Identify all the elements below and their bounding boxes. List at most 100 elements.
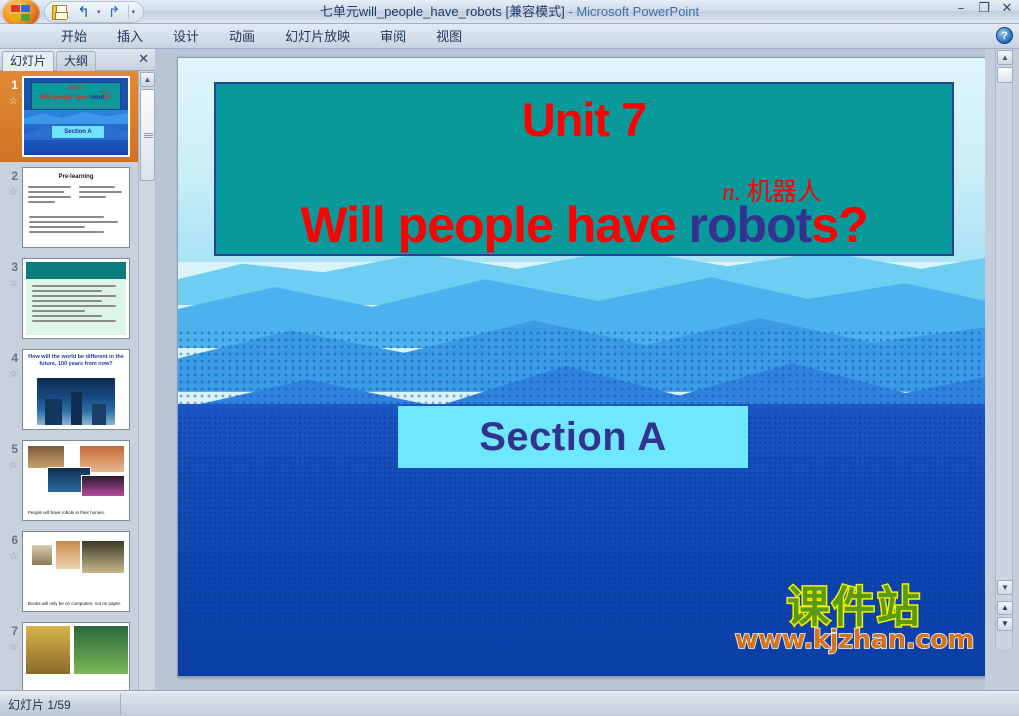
animation-star-icon: ☆ [9, 187, 18, 198]
scroll-up-icon[interactable]: ▲ [140, 72, 155, 87]
question-heading: Will people have robots? [216, 196, 952, 254]
thumbnail-number: 1 [11, 78, 18, 92]
thumbnail-number-col: 2 ☆ [0, 167, 22, 248]
previous-slide-button[interactable]: ▲ [997, 601, 1013, 615]
watermark-url: www.kjzhan.com [734, 625, 975, 655]
section-label: Section A [479, 414, 667, 459]
watermark-chinese: 课件站 [785, 583, 922, 633]
qat-separator [127, 5, 129, 19]
mini-title: How will the world be different in the f… [28, 354, 124, 367]
title-text-box[interactable]: Unit 7 n. 机器人 Will people have robots? [214, 82, 954, 256]
thumbnail-preview[interactable] [22, 622, 130, 690]
tab-review[interactable]: 审阅 [365, 25, 421, 49]
thumbnail-item-3[interactable]: 3 ☆ [0, 253, 138, 344]
animation-star-icon: ☆ [9, 369, 18, 380]
thumbnail-preview[interactable]: Pre-learning [22, 167, 130, 248]
help-icon[interactable]: ? [996, 27, 1013, 44]
thumbnail-number: 2 [11, 169, 18, 183]
thumbnail-number: 6 [11, 533, 18, 547]
close-icon[interactable]: ✕ [999, 2, 1015, 16]
scrollbar-track[interactable]: ▲ ▼ ▲ ▼ [995, 49, 1013, 649]
pane-tab-bar: 幻灯片 大纲 ✕ [0, 49, 155, 71]
thumbnail-number: 4 [11, 351, 18, 365]
workspace: 幻灯片 大纲 ✕ 1 ☆ Unit 7 机器人 Will people have… [0, 49, 1019, 690]
thumbnail-number-col: 3 ☆ [0, 258, 22, 339]
save-icon [52, 4, 68, 20]
thumbnail-item-2[interactable]: 2 ☆ Pre-learning [0, 162, 138, 253]
thumbnail-scrollbar[interactable]: ▲ [138, 71, 155, 690]
thumbnail-item-6[interactable]: 6 ☆ Books will only be on computers, not… [0, 526, 138, 617]
tab-outline[interactable]: 大纲 [56, 51, 97, 71]
customize-qat-caret-icon[interactable]: ▾ [132, 8, 136, 16]
slide-editing-area: Unit 7 n. 机器人 Will people have robots? S… [155, 49, 987, 690]
tab-design[interactable]: 设计 [158, 25, 214, 49]
thumbnail-item-4[interactable]: 4 ☆ How will the world be different in t… [0, 344, 138, 435]
redo-button[interactable]: ↱ [104, 3, 125, 22]
mini-section: Section A [52, 126, 104, 138]
animation-star-icon: ☆ [9, 460, 18, 471]
thumbnail-number: 5 [11, 442, 18, 456]
window-controls: – ❐ ✕ [953, 2, 1015, 16]
question-prefix: Will people have [300, 197, 689, 253]
thumbnail-preview[interactable]: How will the world be different in the f… [22, 349, 130, 430]
restore-icon[interactable]: ❐ [976, 2, 992, 16]
tab-home[interactable]: 开始 [46, 25, 102, 49]
title-separator: - [564, 4, 577, 19]
thumbnail-preview[interactable] [22, 258, 130, 339]
thumbnail-preview[interactable]: Books will only be on computers, not on … [22, 531, 130, 612]
scroll-down-icon[interactable]: ▼ [997, 580, 1013, 595]
mini-caption: People will have robots in their homes. [28, 510, 106, 515]
scrollbar-grip-icon [144, 132, 153, 138]
animation-star-icon: ☆ [9, 96, 18, 107]
thumbnail-number-col: 4 ☆ [0, 349, 22, 430]
ribbon-tab-bar: 开始 插入 设计 动画 幻灯片放映 审阅 视图 ? [0, 24, 1019, 49]
thumbnail-item-5[interactable]: 5 ☆ People will have robots in their hom… [0, 435, 138, 526]
question-suffix: s? [811, 197, 868, 253]
scrollbar-thumb[interactable] [997, 67, 1013, 83]
scroll-up-icon[interactable]: ▲ [997, 50, 1013, 65]
save-button[interactable] [49, 3, 70, 22]
thumbnail-preview[interactable]: Unit 7 机器人 Will people have robots? Sect… [22, 76, 130, 157]
scrollbar-thumb[interactable] [140, 89, 155, 181]
status-bar-fill [121, 693, 1019, 715]
undo-button[interactable]: ↰ [73, 3, 94, 22]
thumbnail-number-col: 5 ☆ [0, 440, 22, 521]
current-slide[interactable]: Unit 7 n. 机器人 Will people have robots? S… [177, 57, 987, 677]
unit-heading: Unit 7 [521, 93, 648, 146]
tab-view[interactable]: 视图 [421, 25, 477, 49]
tab-insert[interactable]: 插入 [102, 25, 158, 49]
mini-question: Will people have robots? [40, 95, 112, 101]
tab-animations[interactable]: 动画 [214, 25, 270, 49]
mini-gloss: 机器人 [100, 90, 110, 94]
title-bar: ↰ ▾ ↱ ▾ 七单元will_people_have_robots [兼容模式… [0, 0, 1019, 28]
mini-caption: Books will only be on computers, not on … [28, 601, 122, 606]
question-highlight: robot [688, 197, 813, 253]
office-logo-icon [11, 4, 31, 22]
section-text-box[interactable]: Section A [398, 406, 748, 468]
tab-slides[interactable]: 幻灯片 [2, 51, 55, 71]
thumbnail-preview[interactable]: People will have robots in their homes. [22, 440, 130, 521]
thumbnail-number: 3 [11, 260, 18, 274]
powerpoint-window: ↰ ▾ ↱ ▾ 七单元will_people_have_robots [兼容模式… [0, 0, 1019, 716]
redo-icon: ↱ [107, 2, 121, 21]
thumbnail-number-col: 6 ☆ [0, 531, 22, 612]
ribbon-tabs: 开始 插入 设计 动画 幻灯片放映 审阅 视图 [46, 24, 477, 49]
slide-thumbnail-pane: 幻灯片 大纲 ✕ 1 ☆ Unit 7 机器人 Will people have… [0, 49, 155, 690]
app-name: Microsoft PowerPoint [576, 4, 700, 19]
thumbnail-item-1[interactable]: 1 ☆ Unit 7 机器人 Will people have robots? … [0, 71, 138, 162]
animation-star-icon: ☆ [9, 642, 18, 653]
thumbnail-number-col: 1 ☆ [0, 76, 22, 157]
slide-vertical-scrollbar[interactable]: ▲ ▼ ▲ ▼ [985, 49, 1019, 690]
tab-slideshow[interactable]: 幻灯片放映 [270, 25, 365, 49]
animation-star-icon: ☆ [9, 278, 18, 289]
next-slide-button[interactable]: ▼ [997, 617, 1013, 631]
minimize-icon[interactable]: – [953, 2, 969, 16]
close-pane-icon[interactable]: ✕ [138, 52, 149, 67]
thumbnail-list[interactable]: 1 ☆ Unit 7 机器人 Will people have robots? … [0, 71, 138, 690]
status-divider [120, 694, 121, 714]
thumbnail-item-7[interactable]: 7 ☆ [0, 617, 138, 690]
undo-dropdown-caret-icon[interactable]: ▾ [97, 8, 101, 16]
watermark: 课件站 www.kjzhan.com [734, 583, 975, 655]
quick-access-toolbar: ↰ ▾ ↱ ▾ [44, 1, 145, 23]
undo-icon: ↰ [77, 2, 90, 21]
